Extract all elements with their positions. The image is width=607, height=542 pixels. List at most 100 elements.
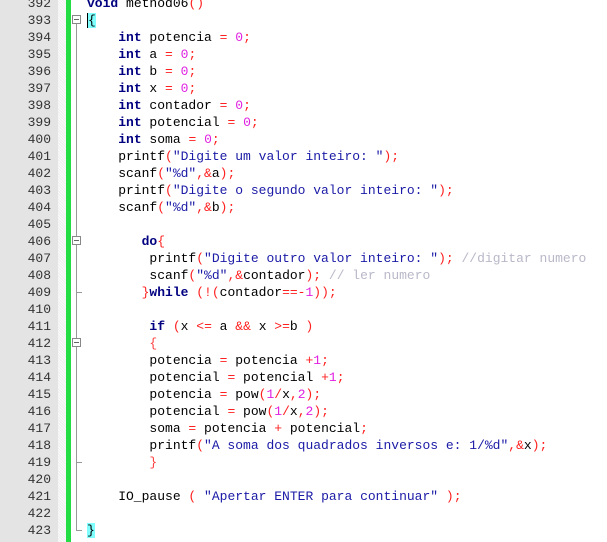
code-line[interactable]: 407 printf("Digite outro valor inteiro: … [0,250,607,267]
operator: ; [188,64,197,79]
identifier: x [250,319,275,334]
operator: ( [196,251,205,266]
operator: + [274,421,283,436]
code-line[interactable]: 393 { [0,12,607,29]
code-editor[interactable]: 392 void method06() 393{394 int potencia =… [0,0,607,539]
number-literal: 1 [313,353,322,368]
code-line[interactable]: 420 [0,471,607,488]
line-number: 402 [27,166,51,181]
fold-line [76,420,77,437]
code-line[interactable]: 416 potencial = pow(1/x,2); [0,403,607,420]
identifier [87,115,118,130]
fold-collapse-icon[interactable] [72,338,81,347]
identifier: pow [235,404,267,419]
code-line[interactable]: 421 IO_pause ( "Apertar ENTER para conti… [0,488,607,505]
identifier: x [289,404,298,419]
identifier [87,64,118,79]
identifier: printf [87,438,197,453]
code-line[interactable]: 414 potencial = potencial +1; [0,369,607,386]
code-line[interactable]: 392 void method06() [0,0,607,12]
operator: ,& [196,166,212,181]
operator: () [188,0,205,11]
operator: ); [219,200,236,215]
operator: ); [219,166,236,181]
fold-line [76,80,77,97]
code-text: potencia = pow(1/x,2); [87,386,321,403]
code-line[interactable]: 401 printf("Digite um valor inteiro: "); [0,148,607,165]
operator: ) [305,319,314,334]
code-line[interactable]: 419 } [0,454,607,471]
line-number: 393 [27,13,51,28]
code-line[interactable]: 404 scanf("%d",&b); [0,199,607,216]
code-line[interactable]: 422 [0,505,607,522]
code-line[interactable]: 406 do{ [0,233,607,250]
identifier [173,81,181,96]
operator: ( [157,200,166,215]
identifier [173,47,181,62]
code-line[interactable]: 396 int b = 0; [0,63,607,80]
keyword: do [141,234,158,249]
operator: = [165,47,173,62]
code-line[interactable]: 409 }while (!(contador==-1)); [0,284,607,301]
fold-line [76,148,77,165]
operator: + [321,370,329,385]
fold-line [76,114,77,131]
identifier: potencial [87,370,228,385]
code-line[interactable]: 395 int a = 0; [0,46,607,63]
code-line[interactable]: 412 { [0,335,607,352]
code-line[interactable]: 400 int soma = 0; [0,131,607,148]
line-number: 422 [27,506,51,521]
code-line[interactable]: 411 if (x <= a && x >=b ) [0,318,607,335]
code-line[interactable]: 394 int potencia = 0; [0,29,607,46]
identifier: potencia [141,30,220,45]
line-number: 421 [27,489,51,504]
line-number: 405 [27,217,51,232]
identifier: potencia [227,353,306,368]
keyword: int [118,115,142,130]
identifier: contador [141,98,220,113]
identifier: contador [219,285,283,300]
line-number: 407 [27,251,51,266]
identifier [165,319,173,334]
line-number: 411 [27,319,51,334]
code-text: int potencia = 0; [87,29,251,46]
keyword: int [118,30,142,45]
code-line[interactable]: 413 potencia = potencia +1; [0,352,607,369]
operator: ; [188,81,197,96]
identifier: printf [87,183,166,198]
identifier: scanf [87,166,158,181]
fold-line [76,199,77,216]
line-number: 400 [27,132,51,147]
code-line[interactable]: 415 potencia = pow(1/x,2); [0,386,607,403]
code-text: potencia = potencia +1; [87,352,328,369]
number-literal: 0 [243,115,251,130]
code-line[interactable]: 405 [0,216,607,233]
code-line[interactable]: 397 int x = 0; [0,80,607,97]
code-line[interactable]: 402 scanf("%d",&a); [0,165,607,182]
code-line[interactable]: 399 int potencial = 0; [0,114,607,131]
code-line[interactable]: 418 printf("A soma dos quadrados inverso… [0,437,607,454]
code-line[interactable]: 410 [0,301,607,318]
fold-collapse-icon[interactable] [72,236,81,245]
identifier: potencia [196,421,275,436]
code-line[interactable]: 423} [0,522,607,539]
number-literal: 0 [235,98,244,113]
line-number: 399 [27,115,51,130]
fold-collapse-icon[interactable] [72,15,81,24]
identifier: pow [227,387,259,402]
keyword: int [118,98,142,113]
fold-end-marker [76,462,82,463]
code-line[interactable]: 417 soma = potencia + potencial; [0,420,607,437]
identifier: potencial [141,115,228,130]
line-number: 416 [27,404,51,419]
string-literal: "Digite outro valor inteiro: " [204,251,439,266]
operator: ==- [282,285,306,300]
fold-end-marker [76,530,82,531]
code-line[interactable]: 408 scanf("%d",&contador); // ler numero [0,267,607,284]
code-line[interactable]: 398 int contador = 0; [0,97,607,114]
fold-line [76,369,77,386]
operator: ( [165,149,173,164]
code-line[interactable]: 403 printf("Digite o segundo valor intei… [0,182,607,199]
operator: / [274,387,283,402]
line-number: 418 [27,438,51,453]
